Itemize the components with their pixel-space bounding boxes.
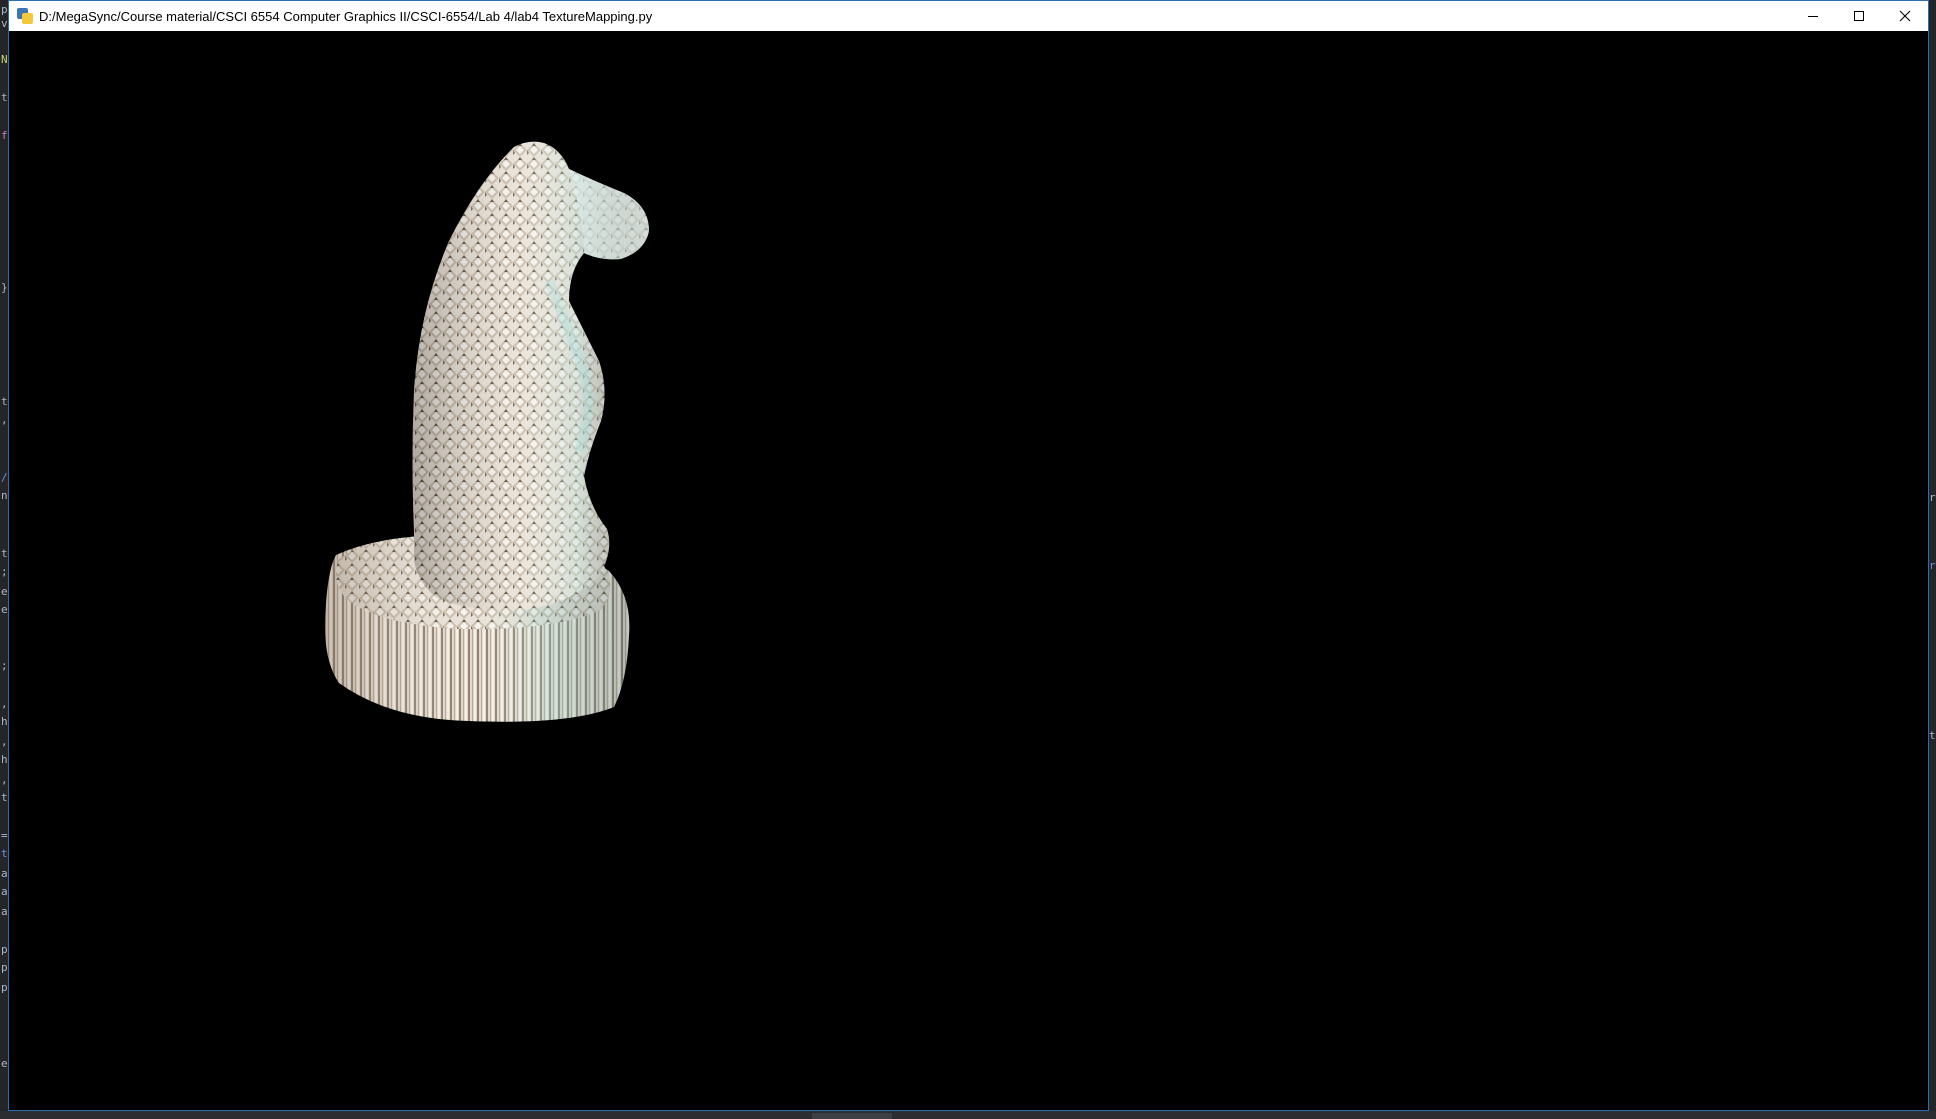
bg-code-char: t <box>1 91 8 104</box>
close-icon <box>1899 10 1911 22</box>
app-window: D:/MegaSync/Course material/CSCI 6554 Co… <box>8 0 1929 1111</box>
bg-code-char: t <box>1 847 8 860</box>
bg-code-char: / <box>1 471 8 484</box>
minimize-button[interactable] <box>1790 1 1836 31</box>
bg-code-char: r <box>1929 491 1936 504</box>
close-button[interactable] <box>1882 1 1928 31</box>
bg-code-char: p <box>1 3 8 16</box>
bg-code-char: v <box>1 17 8 30</box>
minimize-icon <box>1808 16 1818 17</box>
bg-code-char: t <box>1929 729 1936 742</box>
bg-code-char: r <box>1929 559 1936 572</box>
opengl-viewport[interactable] <box>9 31 1928 1110</box>
window-controls <box>1790 1 1928 31</box>
bg-code-char: = <box>1 829 8 842</box>
bg-code-char: t <box>1 395 8 408</box>
bg-code-char: p <box>1 981 8 994</box>
maximize-button[interactable] <box>1836 1 1882 31</box>
background-editor-right-edge: r r t <box>1929 0 1936 1119</box>
bg-code-char: a <box>1 867 8 880</box>
bg-code-char: t <box>1 547 8 560</box>
bg-code-char: } <box>1 281 8 294</box>
bg-code-char: e <box>1 585 8 598</box>
bg-code-char: , <box>1 413 8 426</box>
bg-code-char: , <box>1 773 8 786</box>
bg-code-char: ; <box>1 659 8 672</box>
background-scrollbar-thumb <box>812 1113 892 1119</box>
bg-code-char: , <box>1 697 8 710</box>
bg-code-char: h <box>1 753 8 766</box>
bg-code-char: h <box>1 715 8 728</box>
bg-code-char: t <box>1 791 8 804</box>
bg-code-char: a <box>1 905 8 918</box>
bg-code-char: ; <box>1 565 8 578</box>
bg-code-char: a <box>1 885 8 898</box>
bg-code-char: p <box>1 961 8 974</box>
model-body <box>412 141 649 611</box>
bg-code-char: N <box>1 53 8 66</box>
bg-code-char: f <box>1 129 8 142</box>
maximize-icon <box>1854 11 1864 21</box>
bg-code-char: p <box>1 943 8 956</box>
textured-3d-model <box>324 141 649 722</box>
bg-code-char: , <box>1 735 8 748</box>
window-title: D:/MegaSync/Course material/CSCI 6554 Co… <box>39 8 653 24</box>
title-bar[interactable]: D:/MegaSync/Course material/CSCI 6554 Co… <box>9 1 1928 31</box>
python-app-icon <box>17 8 33 24</box>
background-editor-bottom-edge <box>0 1111 1936 1119</box>
bg-code-char: n <box>1 489 8 502</box>
bg-code-char: e <box>1 603 8 616</box>
bg-code-char: e <box>1 1057 8 1070</box>
